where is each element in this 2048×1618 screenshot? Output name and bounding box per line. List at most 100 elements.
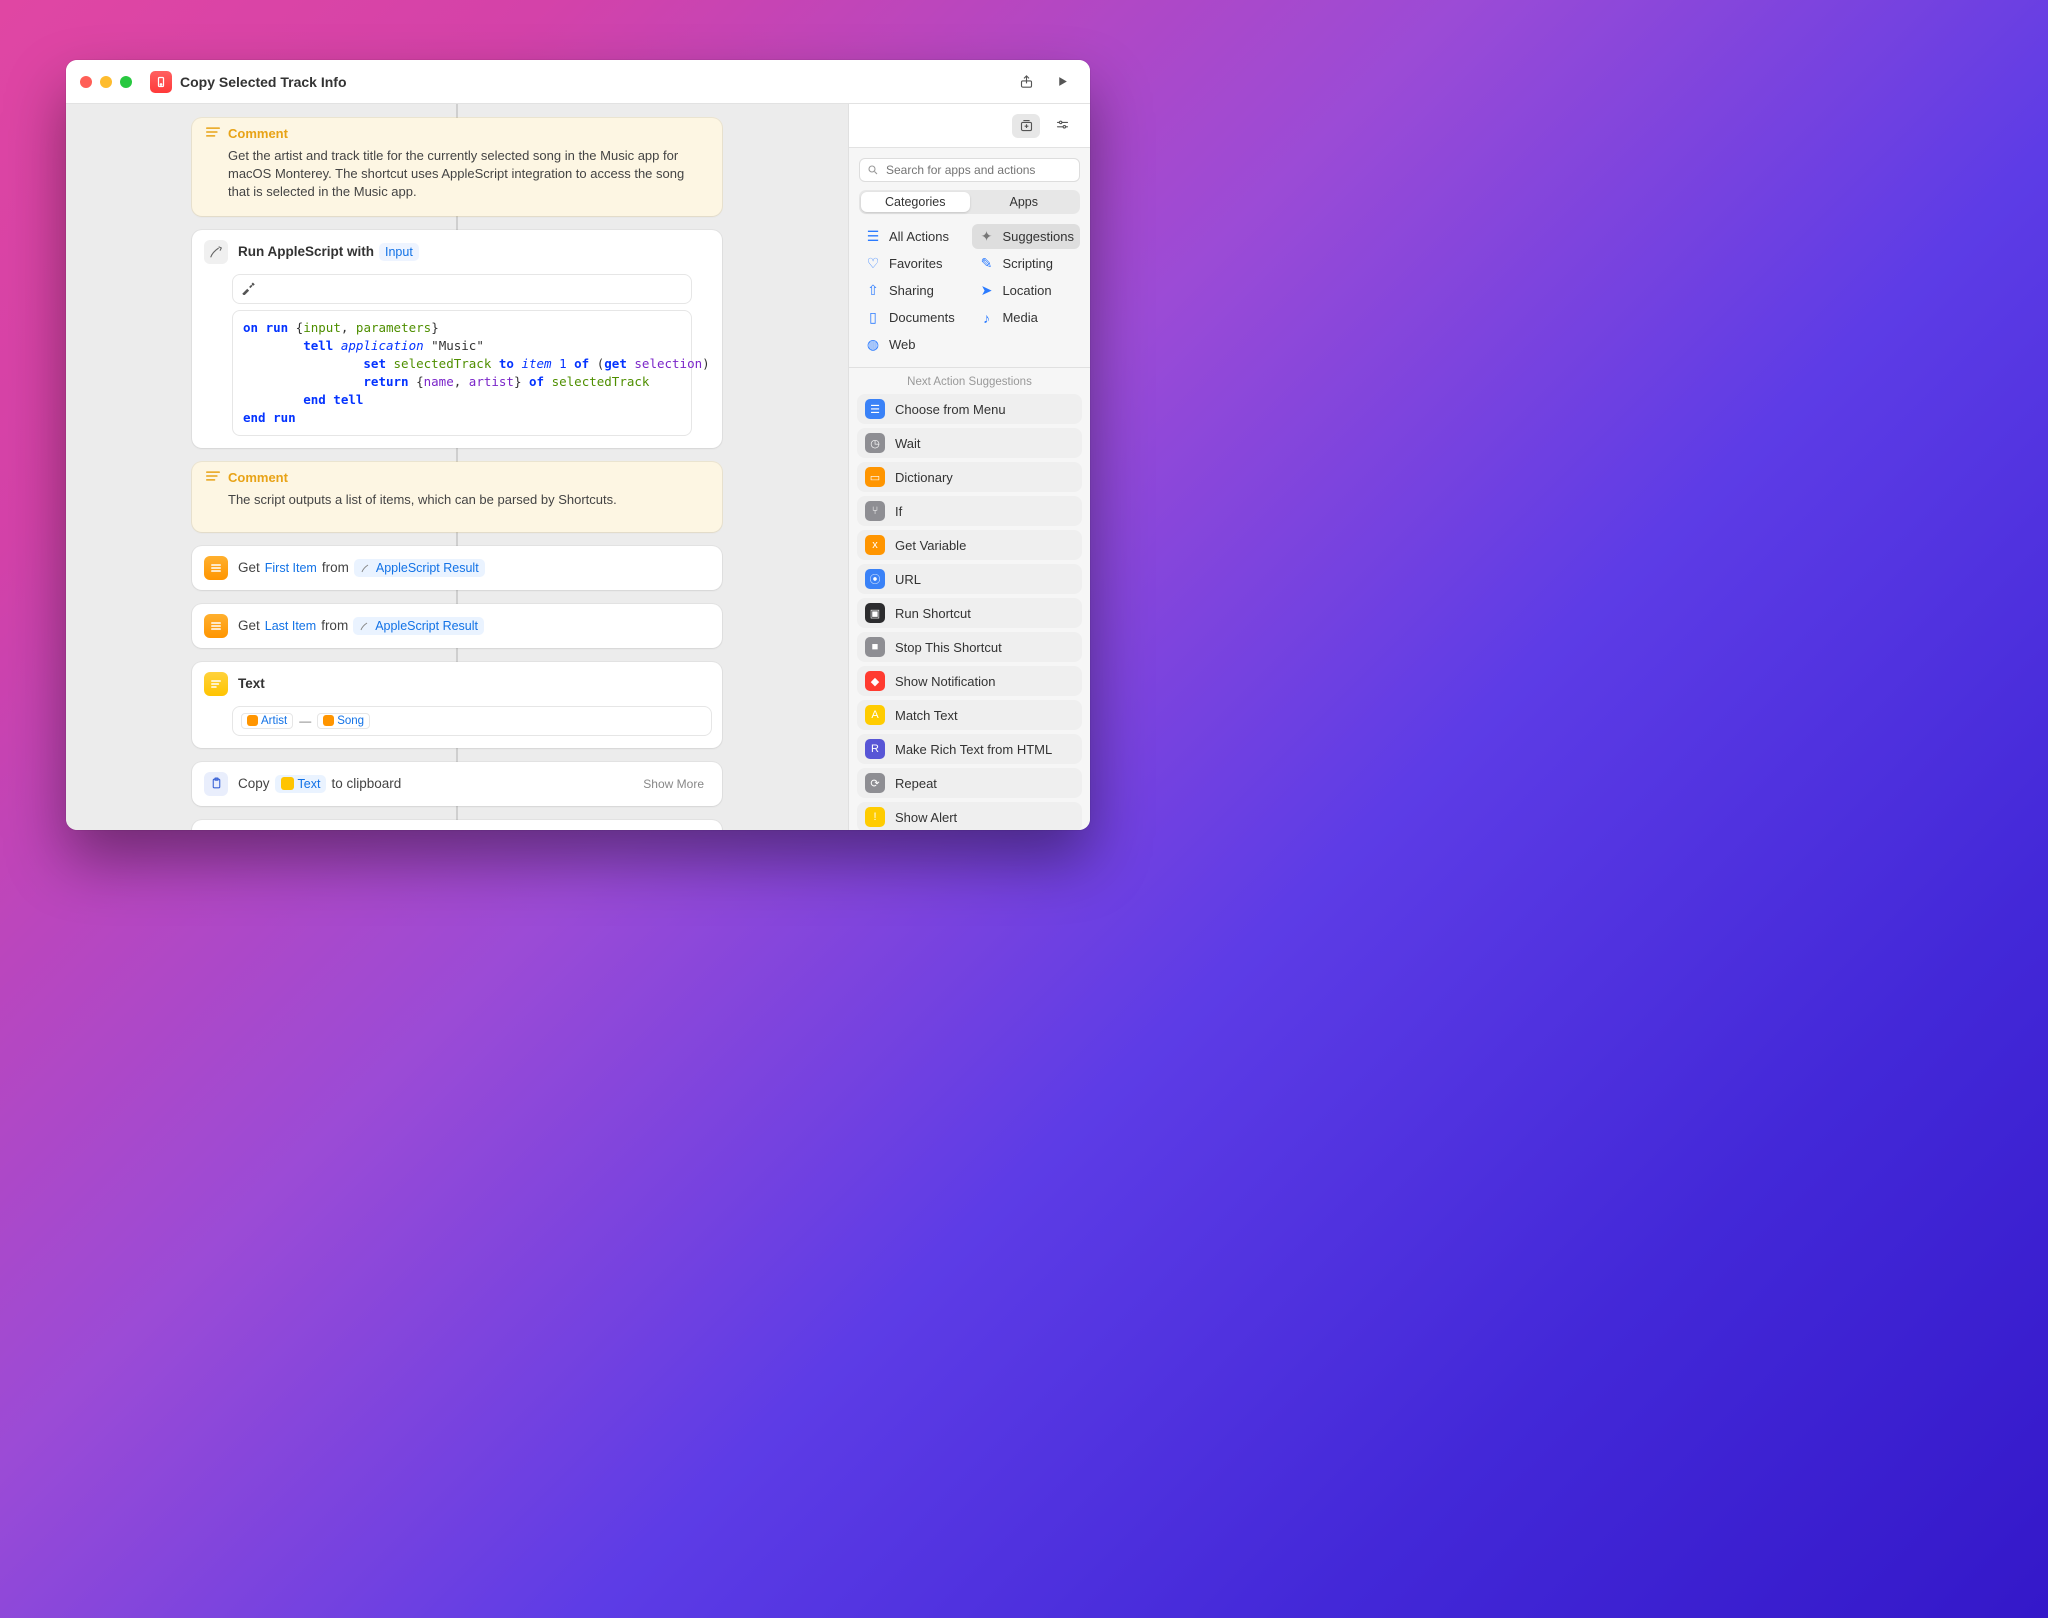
- text-action[interactable]: Text Artist — Song: [192, 662, 722, 748]
- suggestion-item[interactable]: AMatch Text: [857, 700, 1082, 730]
- music-note-icon: ♪: [978, 310, 994, 326]
- stop-icon: ■: [865, 637, 885, 657]
- search-icon: [867, 164, 879, 179]
- document-icon: ▯: [865, 309, 881, 326]
- richtext-icon: R: [865, 739, 885, 759]
- cat-sharing[interactable]: ⇧Sharing: [859, 278, 966, 303]
- list-item-icon: [204, 556, 228, 580]
- wand-icon: ✎: [978, 255, 994, 272]
- comment-heading: Comment: [228, 470, 288, 485]
- suggestion-item[interactable]: ◆Show Notification: [857, 666, 1082, 696]
- variable-icon: x: [865, 535, 885, 555]
- tab-apps[interactable]: Apps: [970, 192, 1079, 212]
- suggestion-item[interactable]: ■Stop This Shortcut: [857, 632, 1082, 662]
- comment-body[interactable]: The script outputs a list of items, whic…: [192, 489, 722, 531]
- share-button[interactable]: [1012, 69, 1040, 95]
- comment-body[interactable]: Get the artist and track title for the c…: [192, 145, 722, 216]
- close-button[interactable]: [80, 76, 92, 88]
- suggestion-item[interactable]: ⦿URL: [857, 564, 1082, 594]
- text-variable-token[interactable]: Text: [275, 775, 327, 793]
- search-input[interactable]: [859, 158, 1080, 182]
- list-icon: ☰: [865, 228, 881, 245]
- suggestion-item[interactable]: !Show Alert: [857, 802, 1082, 830]
- sparkle-icon: ✦: [978, 228, 994, 245]
- text-icon: [204, 672, 228, 696]
- show-more-button[interactable]: Show More: [643, 777, 710, 791]
- cat-documents[interactable]: ▯Documents: [859, 305, 966, 330]
- link-icon: ⦿: [865, 569, 885, 589]
- workflow-canvas[interactable]: Comment Get the artist and track title f…: [66, 104, 848, 830]
- window-title: Copy Selected Track Info: [180, 74, 347, 90]
- comment-lines-icon: [206, 126, 220, 141]
- suggestion-item[interactable]: ☰Choose from Menu: [857, 394, 1082, 424]
- heart-icon: ♡: [865, 255, 881, 272]
- text-editor[interactable]: Artist — Song: [232, 706, 712, 736]
- suggestion-item[interactable]: ◷Wait: [857, 428, 1082, 458]
- suggestions-list[interactable]: ☰Choose from Menu ◷Wait ▭Dictionary ⑂If …: [849, 394, 1090, 830]
- library-toggle-button[interactable]: [1012, 114, 1040, 138]
- copy-to-clipboard-action[interactable]: Copy Text to clipboard Show More: [192, 762, 722, 806]
- suggestion-item[interactable]: ▣Run Shortcut: [857, 598, 1082, 628]
- settings-toggle-button[interactable]: [1048, 114, 1076, 138]
- applescript-source[interactable]: on run {input, parameters} tell applicat…: [232, 310, 692, 437]
- hammer-icon: [241, 280, 256, 298]
- suggestion-item[interactable]: RMake Rich Text from HTML: [857, 734, 1082, 764]
- bell-icon: [204, 830, 228, 831]
- song-variable-token[interactable]: Song: [317, 713, 370, 729]
- artist-variable-token[interactable]: Artist: [241, 713, 293, 729]
- bell-icon: ◆: [865, 671, 885, 691]
- applescript-icon: [204, 240, 228, 264]
- cat-all-actions[interactable]: ☰All Actions: [859, 224, 966, 249]
- suggestion-item[interactable]: ⑂If: [857, 496, 1082, 526]
- list-item-icon: [204, 614, 228, 638]
- suggestion-item[interactable]: ⟳Repeat: [857, 768, 1082, 798]
- clipboard-icon: [204, 772, 228, 796]
- comment-action[interactable]: Comment Get the artist and track title f…: [192, 118, 722, 216]
- share-icon: ⇧: [865, 282, 881, 299]
- cat-media[interactable]: ♪Media: [972, 305, 1080, 330]
- zoom-button[interactable]: [120, 76, 132, 88]
- cat-web[interactable]: ◍Web: [859, 332, 966, 357]
- alert-icon: !: [865, 807, 885, 827]
- location-icon: ➤: [978, 282, 994, 299]
- shortcut-icon: [150, 71, 172, 93]
- run-button[interactable]: [1048, 69, 1076, 95]
- cat-scripting[interactable]: ✎Scripting: [972, 251, 1080, 276]
- text-icon: A: [865, 705, 885, 725]
- run-applescript-action[interactable]: Run AppleScript with Input on run {input…: [192, 230, 722, 449]
- cat-suggestions[interactable]: ✦Suggestions: [972, 224, 1080, 249]
- action-label: Run AppleScript with: [238, 244, 374, 259]
- titlebar: Copy Selected Track Info: [66, 60, 1090, 104]
- category-grid: ☰All Actions ✦Suggestions ♡Favorites ✎Sc…: [849, 224, 1090, 367]
- tab-categories[interactable]: Categories: [861, 192, 970, 212]
- library-sidebar: Categories Apps ☰All Actions ✦Suggestion…: [848, 104, 1090, 830]
- cat-location[interactable]: ➤Location: [972, 278, 1080, 303]
- repeat-icon: ⟳: [865, 773, 885, 793]
- get-first-item-action[interactable]: Get First Item from AppleScript Result: [192, 546, 722, 590]
- get-last-item-action[interactable]: Get Last Item from AppleScript Result: [192, 604, 722, 648]
- input-token[interactable]: Input: [379, 243, 419, 261]
- book-icon: ▭: [865, 467, 885, 487]
- cat-favorites[interactable]: ♡Favorites: [859, 251, 966, 276]
- comment-heading: Comment: [228, 126, 288, 141]
- shortcut-icon: ▣: [865, 603, 885, 623]
- comment-lines-icon: [206, 470, 220, 485]
- source-token[interactable]: AppleScript Result: [353, 617, 484, 635]
- minimize-button[interactable]: [100, 76, 112, 88]
- sidebar-toolbar: [849, 104, 1090, 148]
- suggestion-item[interactable]: ▭Dictionary: [857, 462, 1082, 492]
- shortcuts-editor-window: Copy Selected Track Info Comment: [66, 60, 1090, 830]
- first-item-param[interactable]: First Item: [265, 561, 317, 575]
- library-tabs[interactable]: Categories Apps: [859, 190, 1080, 214]
- suggestions-heading: Next Action Suggestions: [849, 368, 1090, 394]
- clock-icon: ◷: [865, 433, 885, 453]
- suggestion-item[interactable]: xGet Variable: [857, 530, 1082, 560]
- show-notification-action[interactable]: Show notification Copied: Text Show More: [192, 820, 722, 831]
- source-token[interactable]: AppleScript Result: [354, 559, 485, 577]
- last-item-param[interactable]: Last Item: [265, 619, 316, 633]
- globe-icon: ◍: [865, 336, 881, 353]
- branch-icon: ⑂: [865, 501, 885, 521]
- compile-button[interactable]: [232, 274, 692, 304]
- comment-action[interactable]: Comment The script outputs a list of ite…: [192, 462, 722, 531]
- window-controls: [80, 76, 132, 88]
